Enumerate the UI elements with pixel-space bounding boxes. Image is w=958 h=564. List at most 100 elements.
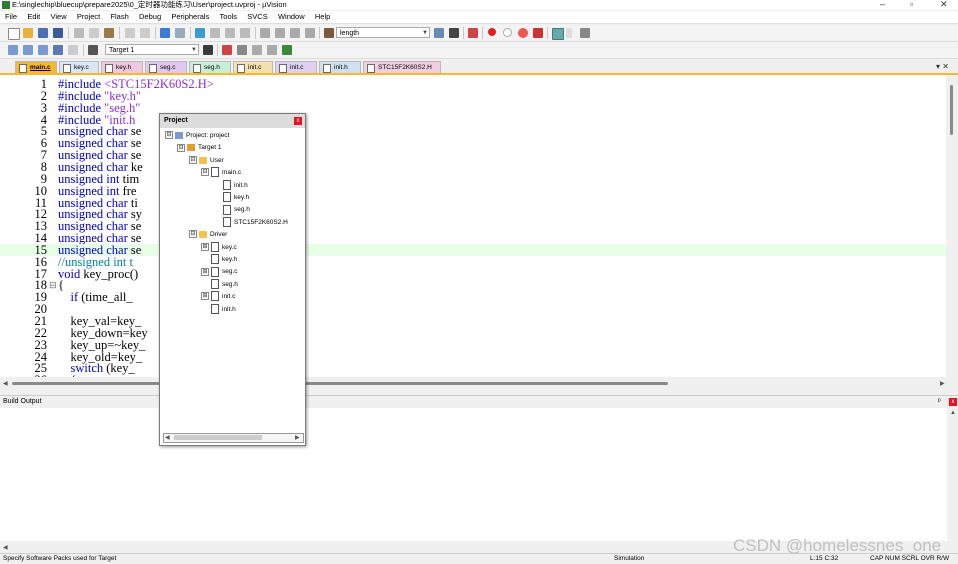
kill-breakpoints-icon[interactable] bbox=[518, 28, 528, 38]
uncomment-icon[interactable] bbox=[305, 28, 315, 38]
tree-node[interactable]: key.h bbox=[201, 254, 237, 266]
code-line[interactable]: 15 unsigned char se bbox=[0, 244, 946, 256]
code-line[interactable]: 10 unsigned int fre bbox=[0, 184, 946, 197]
tab-init-h[interactable]: init.h bbox=[319, 61, 361, 73]
batch-build-icon[interactable] bbox=[53, 45, 63, 55]
collapse-icon[interactable]: ⊟ bbox=[201, 168, 209, 177]
incremental-find-icon[interactable] bbox=[449, 28, 459, 38]
nav-forward-icon[interactable] bbox=[175, 28, 185, 38]
project-horizontal-scrollbar[interactable]: ◀ ▶ bbox=[163, 433, 304, 443]
project-window-header[interactable]: Project x bbox=[160, 114, 305, 128]
code-line[interactable]: 3 #include "seg.h" bbox=[0, 101, 946, 114]
scroll-left-icon[interactable]: ◀ bbox=[3, 380, 8, 387]
code-line[interactable]: 25 switch (key_ bbox=[0, 362, 946, 375]
next-bookmark-icon[interactable] bbox=[225, 28, 235, 38]
collapse-icon[interactable]: ⊟ bbox=[177, 143, 185, 152]
file-extensions-icon[interactable] bbox=[222, 45, 232, 55]
code-editor[interactable]: 1 #include <STC15F2K60S2.H> 2 #include "key… bbox=[0, 75, 958, 377]
editor-vertical-scrollbar[interactable] bbox=[946, 75, 958, 377]
target-combo[interactable]: Target 1 ▼ bbox=[105, 44, 199, 55]
unindent-icon[interactable] bbox=[275, 28, 285, 38]
tree-node[interactable]: key.h bbox=[213, 192, 249, 204]
tab-main-c[interactable]: main.c bbox=[15, 61, 57, 73]
breakpoint-icon[interactable] bbox=[488, 28, 496, 36]
pin-icon[interactable]: ᵖ bbox=[938, 396, 941, 408]
menu-help[interactable]: Help bbox=[315, 11, 330, 23]
build-output-vertical-scrollbar[interactable]: ▲ bbox=[947, 408, 958, 541]
kill-all-breakpoints-icon[interactable] bbox=[533, 28, 543, 38]
tab-stc15f2k60s2-h[interactable]: STC15F2K60S2.H bbox=[363, 61, 441, 73]
config-tools-icon[interactable] bbox=[580, 28, 590, 38]
code-line[interactable]: 17 void key_proc() bbox=[0, 267, 946, 280]
menu-flash[interactable]: Flash bbox=[110, 11, 128, 23]
collapse-icon[interactable]: ⊟ bbox=[189, 230, 197, 239]
nav-back-icon[interactable] bbox=[160, 28, 170, 38]
scroll-right-icon[interactable]: ▶ bbox=[940, 380, 945, 387]
find-icon[interactable] bbox=[434, 28, 444, 38]
scroll-thumb[interactable] bbox=[950, 85, 953, 135]
scroll-thumb[interactable] bbox=[174, 435, 262, 440]
close-window-button[interactable]: ✕ bbox=[940, 0, 948, 9]
tree-node[interactable]: ⊟ User bbox=[189, 155, 224, 167]
select-packs-icon[interactable] bbox=[252, 45, 262, 55]
tab-menu-close[interactable]: ▾ ✕ bbox=[936, 61, 949, 73]
scroll-left-icon[interactable]: ◀ bbox=[3, 544, 8, 551]
tab-seg-h[interactable]: seg.h bbox=[189, 61, 231, 73]
menu-svcs[interactable]: SVCS bbox=[247, 11, 267, 23]
target-options-icon[interactable] bbox=[203, 45, 213, 55]
expand-icon[interactable]: ⊞ bbox=[201, 267, 209, 276]
build-output-close-button[interactable]: x bbox=[949, 398, 957, 406]
pack-installer-icon[interactable] bbox=[267, 45, 277, 55]
comment-icon[interactable] bbox=[290, 28, 300, 38]
tree-node[interactable]: ⊟ Target 1 bbox=[177, 142, 222, 154]
paste-icon[interactable] bbox=[104, 28, 114, 38]
open-folder-icon[interactable] bbox=[23, 28, 33, 38]
tree-node[interactable]: init.h bbox=[213, 179, 248, 192]
prev-bookmark-icon[interactable] bbox=[210, 28, 220, 38]
menu-edit[interactable]: Edit bbox=[27, 11, 40, 23]
code-line[interactable]: 8unsigned char ke key_up; bbox=[0, 161, 946, 174]
redo-icon[interactable] bbox=[140, 28, 150, 38]
tree-node[interactable]: ⊞ seg.c bbox=[201, 266, 238, 278]
debug-session-icon[interactable] bbox=[468, 28, 478, 38]
tree-node[interactable]: init.h bbox=[201, 303, 236, 316]
tree-node[interactable]: ⊞ init.c bbox=[201, 291, 235, 303]
menu-peripherals[interactable]: Peripherals bbox=[171, 11, 209, 23]
scroll-left-icon[interactable]: ◀ bbox=[165, 434, 170, 441]
tree-node[interactable]: STC15F2K60S2.H bbox=[213, 217, 288, 229]
menu-file[interactable]: File bbox=[5, 11, 17, 23]
find-combo[interactable]: length ▼ bbox=[336, 27, 430, 38]
code-line[interactable]: 20 bbox=[0, 303, 946, 316]
tree-node[interactable]: ⊟ main.c bbox=[201, 167, 241, 179]
cut-icon[interactable] bbox=[74, 28, 84, 38]
code-line[interactable]: 4 #include "init.h bbox=[0, 113, 946, 126]
manage-runtime-icon[interactable] bbox=[282, 45, 292, 55]
stop-build-icon[interactable] bbox=[68, 45, 78, 55]
window-layout-icon[interactable] bbox=[552, 28, 564, 40]
chevron-down-icon[interactable] bbox=[566, 28, 572, 38]
tab-key-h[interactable]: key.h bbox=[101, 61, 143, 73]
project-window-close-button[interactable]: x bbox=[294, 117, 302, 125]
copy-icon[interactable] bbox=[89, 28, 99, 38]
menu-window[interactable]: Window bbox=[278, 11, 305, 23]
clear-bookmarks-icon[interactable] bbox=[240, 28, 250, 38]
minimize-button[interactable]: – bbox=[880, 0, 885, 9]
code-line[interactable]: 2 #include "key.h" bbox=[0, 90, 946, 103]
code-line[interactable]: 19 if (time_all_ bbox=[0, 291, 946, 304]
find-in-files-icon[interactable] bbox=[324, 28, 334, 38]
build-icon[interactable] bbox=[23, 45, 33, 55]
download-icon[interactable] bbox=[88, 45, 98, 55]
manage-components-icon[interactable] bbox=[237, 45, 247, 55]
translate-icon[interactable] bbox=[8, 45, 18, 55]
tab-seg-c[interactable]: seg.c bbox=[145, 61, 187, 73]
restore-button[interactable]: ▫ bbox=[910, 0, 913, 9]
scroll-right-icon[interactable]: ▶ bbox=[295, 434, 300, 441]
editor-horizontal-scrollbar[interactable]: ◀ ▶ bbox=[0, 377, 958, 389]
scroll-thumb[interactable] bbox=[12, 382, 668, 385]
undo-icon[interactable] bbox=[125, 28, 135, 38]
code-line[interactable]: 9 unsigned int tim bbox=[0, 173, 946, 186]
tab-key-c[interactable]: key.c bbox=[59, 61, 99, 73]
fold-toggle-icon[interactable]: ⊟ bbox=[49, 279, 57, 291]
bookmark-icon[interactable] bbox=[195, 28, 205, 38]
code-line[interactable]: 13unsigned char se 度设置 bbox=[0, 220, 946, 233]
